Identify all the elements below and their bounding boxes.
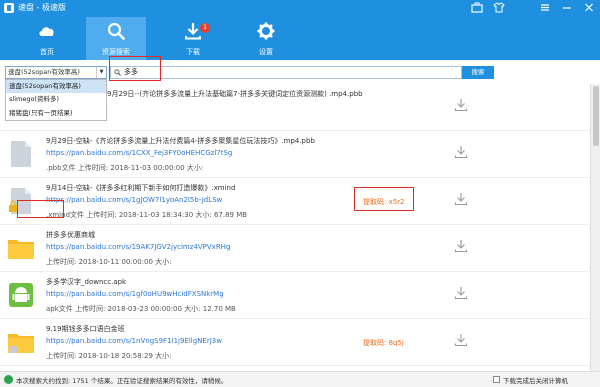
xmind-highlight-box	[17, 200, 64, 218]
result-meta: 上传时间: 2018-10-11 00:00:00 大小:	[46, 258, 172, 266]
download-icon[interactable]	[454, 239, 468, 253]
shirt-icon[interactable]	[490, 1, 508, 14]
tab-home[interactable]: 首页	[17, 17, 77, 60]
result-title: 9月29日-空缺-《齐论拼多多流量上升法付费篇4-拼多多聚集星位玩法技巧》.mp…	[46, 137, 315, 145]
title-bar: 速盘 - 极速版	[0, 0, 600, 16]
shutdown-label: 下载完成后关闭计算机	[503, 377, 568, 385]
source-select-value: 速盘(52sopan有效率高)	[8, 68, 80, 76]
android-icon	[9, 283, 33, 307]
download-icon[interactable]	[454, 286, 468, 300]
result-title: 9月14日-空缺-《拼多多红利期下新手如何打造爆款》.xmind	[46, 184, 236, 192]
result-row[interactable]: 9.19期钱多多口语白金班 https://pan.baidu.com/s/1n…	[0, 319, 590, 366]
locked-folder-icon	[8, 334, 34, 353]
chevron-down-icon[interactable]: ▼	[96, 67, 106, 78]
source-select[interactable]: 速盘(52sopan有效率高) ▼	[5, 66, 107, 79]
tab-settings-label: 设置	[259, 48, 273, 56]
cloud-icon	[39, 27, 54, 36]
app-logo-icon	[4, 3, 14, 13]
briefcase-icon[interactable]	[468, 1, 486, 14]
download-count-badge: 1	[200, 23, 210, 33]
source-option[interactable]: 猪猪盘(只有一页结果)	[6, 107, 106, 120]
minimize-icon[interactable]	[558, 1, 576, 14]
result-meta: .pbb文件 上传时间: 2018-11-03 00:00:00 大小:	[46, 164, 204, 172]
app-title: 速盘 - 极速版	[18, 3, 66, 12]
tab-settings[interactable]: 设置	[236, 17, 296, 60]
search-button[interactable]: 搜索	[462, 66, 494, 79]
tab-home-label: 首页	[40, 48, 54, 56]
search-input[interactable]: 多多	[110, 66, 462, 79]
tab-resource-search[interactable]: 资源搜索	[86, 17, 146, 60]
result-meta: .xmind文件 上传时间: 2018-11-03 18:34:30 大小: 6…	[46, 211, 248, 219]
extract-code: 提取码: 8q5j	[363, 339, 404, 347]
status-text: 本次搜索大约找到: 1751 个结果。正在验证搜索结果的有效性，请稍候。	[16, 377, 228, 385]
extract-code-highlight-box	[354, 187, 414, 211]
result-title: 拼多多优惠商城	[46, 231, 95, 239]
status-bar: 本次搜索大约找到: 1751 个结果。正在验证搜索结果的有效性，请稍候。 下载完…	[0, 371, 600, 387]
tab-download-label: 下载	[186, 48, 200, 56]
result-row[interactable]: 拼多多优惠商城 https://pan.baidu.com/s/19AK7JGV…	[0, 225, 590, 272]
result-link[interactable]: https://pan.baidu.com/s/1nVngS9F1I1j9Ell…	[46, 337, 222, 345]
result-title: 多多学汉字_downcc.apk	[46, 278, 127, 286]
result-link[interactable]: https://pan.baidu.com/s/1CXX_Fej3FY0oHEH…	[46, 149, 232, 157]
result-title: 9月29日--(齐论拼多多流量上升法基础篇7-拼多多关键词定位资源测款) .mp…	[107, 90, 363, 98]
close-icon[interactable]	[580, 1, 598, 14]
shutdown-checkbox[interactable]	[493, 376, 500, 383]
source-option[interactable]: 速盘(52sopan有效率高)	[6, 80, 106, 94]
result-row[interactable]: 多多学汉字_downcc.apk https://pan.baidu.com/s…	[0, 272, 590, 319]
app-header: 速盘 - 极速版 首页 资源搜索 1 下载 设置	[0, 0, 600, 60]
download-icon[interactable]	[454, 333, 468, 347]
tab-download[interactable]: 1 下载	[163, 17, 223, 60]
results-list: 9月29日--(齐论拼多多流量上升法基础篇7-拼多多关键词定位资源测款) .mp…	[0, 84, 590, 371]
result-title: 9.19期钱多多口语白金班	[46, 325, 125, 333]
result-link[interactable]: https://pan.baidu.com/s/19AK7JGV2jycimz4…	[46, 243, 230, 251]
scrollbar-thumb[interactable]	[593, 86, 599, 146]
result-meta: 上传时间: 2018-10-18 20:58:29 大小:	[46, 352, 172, 360]
menu-icon[interactable]	[536, 1, 554, 14]
source-option[interactable]: slimego(资料多)	[6, 93, 106, 106]
query-highlight-box	[109, 56, 161, 81]
download-icon[interactable]	[454, 192, 468, 206]
status-indicator-icon	[4, 375, 13, 384]
result-meta: apk文件 上传时间: 2018-03-23 00:00:00 大小: 12.7…	[46, 305, 236, 313]
results-scrollbar[interactable]	[590, 84, 600, 371]
source-dropdown: 速盘(52sopan有效率高) slimego(资料多) 猪猪盘(只有一页结果)	[5, 79, 107, 121]
result-link[interactable]: https://pan.baidu.com/s/1gJOW7l1yoAn2l5b…	[46, 196, 222, 204]
gear-icon	[257, 22, 275, 40]
download-icon[interactable]	[454, 145, 468, 159]
result-row[interactable]: 9月29日-空缺-《齐论拼多多流量上升法付费篇4-拼多多聚集星位玩法技巧》.mp…	[0, 131, 590, 178]
result-row[interactable]: 9月14日-空缺-《拼多多红利期下新手如何打造爆款》.xmind https:/…	[0, 178, 590, 225]
result-link[interactable]: https://pan.baidu.com/s/1gf0oHU9wHcidFXS…	[46, 290, 224, 298]
download-icon[interactable]	[454, 98, 468, 112]
file-icon	[11, 141, 31, 167]
search-icon	[107, 22, 125, 40]
folder-icon	[8, 240, 34, 259]
